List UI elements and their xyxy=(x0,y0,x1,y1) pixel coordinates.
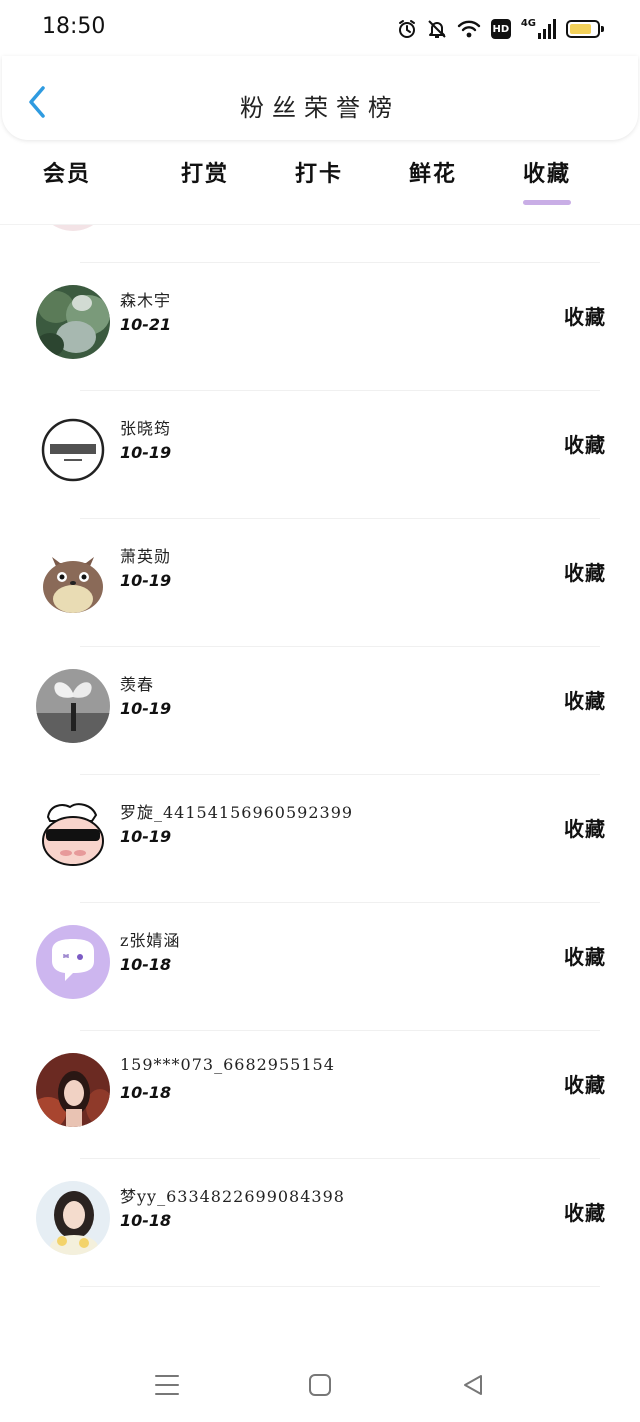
list-item[interactable]: 萧英勋 10-19 收藏 xyxy=(0,519,640,647)
alarm-icon xyxy=(397,19,417,39)
user-name: 羡春 xyxy=(120,675,155,694)
tab-bar: 会员 打赏 打卡 鲜花 收藏 xyxy=(0,150,640,210)
tab-label: 收藏 xyxy=(522,161,571,187)
favorite-label[interactable]: 收藏 xyxy=(564,429,606,458)
mute-icon xyxy=(427,19,447,39)
user-name: 萧英勋 xyxy=(120,547,172,566)
user-date: 10-18 xyxy=(120,1083,172,1102)
signal-4g-icon: 4G xyxy=(521,19,556,39)
hd-icon: HD xyxy=(490,19,511,39)
user-name: 159***073_6682955154 xyxy=(120,1055,335,1074)
back-triangle-icon xyxy=(464,1375,482,1395)
list-item[interactable]: 张晓筠 10-19 收藏 xyxy=(0,391,640,519)
favorite-label[interactable]: 收藏 xyxy=(564,301,606,330)
menu-button[interactable] xyxy=(152,1370,182,1400)
tab-label: 会员 xyxy=(42,161,91,187)
network-label: 4G xyxy=(520,18,536,29)
user-date: 10-19 xyxy=(120,827,172,846)
chat-bubble-avatar[interactable] xyxy=(36,925,110,999)
list-item[interactable]: 梦yy_6334822699084398 10-18 收藏 xyxy=(0,1159,640,1287)
sunglasses-avatar[interactable] xyxy=(36,797,110,871)
tab-favorites[interactable]: 收藏 xyxy=(502,156,592,205)
user-date: 10-19 xyxy=(120,699,172,718)
favorite-label[interactable]: 收藏 xyxy=(564,813,606,842)
tab-reward[interactable]: 打赏 xyxy=(160,156,250,202)
favorite-label[interactable]: 收藏 xyxy=(564,685,606,714)
fan-list[interactable]: 香翔 10-21 收藏 森木宇 10-21 收藏 张晓筠 10-19 收藏 萧英… xyxy=(0,224,640,1344)
favorite-label[interactable]: 收藏 xyxy=(564,941,606,970)
girl-avatar[interactable] xyxy=(36,1181,110,1255)
favorite-label[interactable]: 收藏 xyxy=(564,1197,606,1226)
user-date: 10-18 xyxy=(120,1211,172,1230)
list-item[interactable]: z张婧涵 10-18 收藏 xyxy=(0,903,640,1031)
list-item[interactable]: 羡春 10-19 收藏 xyxy=(0,647,640,775)
list-item[interactable]: 森木宇 10-21 收藏 xyxy=(0,263,640,391)
battery-level xyxy=(570,24,591,34)
tab-label: 打赏 xyxy=(180,161,229,187)
user-name: 罗旋_44154156960592399 xyxy=(120,803,354,822)
user-name: 张晓筠 xyxy=(120,419,172,438)
portrait-avatar[interactable] xyxy=(36,1053,110,1127)
text-logo-avatar[interactable] xyxy=(36,413,110,487)
tab-active-indicator xyxy=(523,200,571,205)
status-bar: 18:50 HD 4G xyxy=(0,0,640,60)
butterfly-avatar[interactable] xyxy=(36,669,110,743)
header: 粉丝荣誉榜 xyxy=(2,56,638,140)
user-date: 10-18 xyxy=(120,955,172,974)
home-button[interactable] xyxy=(305,1370,335,1400)
wifi-icon xyxy=(457,19,481,39)
totoro-avatar[interactable] xyxy=(36,541,110,615)
user-date: 10-21 xyxy=(120,315,172,334)
user-date: 10-19 xyxy=(120,571,172,590)
tab-label: 鲜花 xyxy=(408,161,457,187)
user-date: 10-19 xyxy=(120,443,172,462)
back-nav-button[interactable] xyxy=(458,1370,488,1400)
list-item[interactable]: 159***073_6682955154 10-18 收藏 xyxy=(0,1031,640,1159)
user-name: 森木宇 xyxy=(120,291,172,310)
fan-list-content: 香翔 10-21 收藏 森木宇 10-21 收藏 张晓筠 10-19 收藏 萧英… xyxy=(0,225,640,1287)
photo-avatar[interactable] xyxy=(36,285,110,359)
system-nav-bar xyxy=(0,1346,640,1422)
favorite-label[interactable]: 收藏 xyxy=(564,557,606,586)
battery-icon xyxy=(566,20,604,38)
status-time: 18:50 xyxy=(42,14,106,39)
page-title: 粉丝荣誉榜 xyxy=(240,94,400,122)
menu-icon xyxy=(155,1375,179,1395)
home-square-icon xyxy=(309,1374,331,1396)
status-icons: HD 4G xyxy=(397,16,604,42)
tab-checkin[interactable]: 打卡 xyxy=(274,156,364,202)
user-name: z张婧涵 xyxy=(120,931,181,950)
tab-member[interactable]: 会员 xyxy=(22,156,112,202)
tab-label: 打卡 xyxy=(294,161,343,187)
tab-flowers[interactable]: 鲜花 xyxy=(388,156,478,202)
list-item[interactable]: 罗旋_44154156960592399 10-19 收藏 xyxy=(0,775,640,903)
user-name: 梦yy_6334822699084398 xyxy=(120,1187,345,1206)
list-item[interactable]: 香翔 10-21 收藏 xyxy=(0,225,640,263)
favorite-label[interactable]: 收藏 xyxy=(564,1069,606,1098)
cupcake-avatar[interactable] xyxy=(36,225,110,231)
